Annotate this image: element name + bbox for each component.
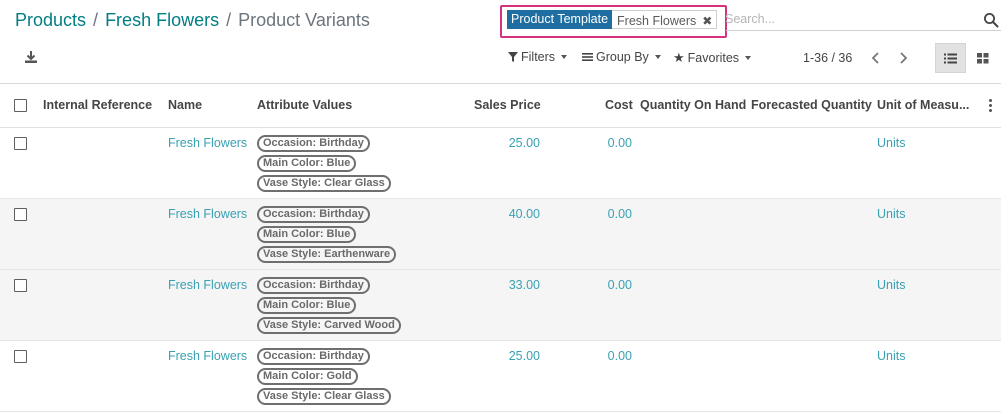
download-icon[interactable] [23,49,39,65]
name-cell[interactable]: Fresh Flowers [168,278,247,292]
breadcrumb-current: Product Variants [238,10,370,30]
attribute-tags: Occasion: Birthday Main Color: Blue Vase… [257,135,391,195]
row-checkbox[interactable] [14,208,27,221]
kanban-view-icon [976,52,988,63]
column-forecasted-quantity[interactable]: Forecasted Quantity [751,98,872,112]
product-variants-list: Internal Reference Name Attribute Values… [0,84,1001,412]
column-sales-price[interactable]: Sales Price [474,98,541,112]
column-name[interactable]: Name [168,98,202,112]
attribute-tag: Occasion: Birthday [257,277,370,294]
cost-cell: 0.00 [607,349,632,363]
group-by-icon [582,53,593,61]
sales-price-cell: 25.00 [508,136,540,150]
filters-dropdown[interactable]: Filters [508,50,568,64]
sales-price-cell: 40.00 [508,207,540,221]
breadcrumb-products[interactable]: Products [15,10,86,30]
cost-cell: 0.00 [607,278,632,292]
favorites-dropdown[interactable]: ★ Favorites [673,50,752,66]
attribute-tags: Occasion: Birthday Main Color: Gold Vase… [257,348,391,408]
list-view-button[interactable] [935,43,966,73]
row-checkbox[interactable] [14,279,27,292]
table-header: Internal Reference Name Attribute Values… [0,84,1001,128]
cost-cell: 0.00 [607,136,632,150]
attribute-tag: Vase Style: Carved Wood [257,317,401,334]
attribute-tag: Vase Style: Clear Glass [257,388,391,405]
breadcrumb-separator: / [226,10,232,30]
uom-cell[interactable]: Units [877,349,905,363]
attribute-tag: Main Color: Blue [257,226,357,243]
list-view-icon [944,53,957,63]
cost-cell: 0.00 [607,207,632,221]
attribute-tags: Occasion: Birthday Main Color: Blue Vase… [257,277,401,337]
search-icon[interactable] [983,12,999,28]
sales-price-cell: 25.00 [508,349,540,363]
table-row[interactable]: Fresh Flowers Occasion: Birthday Main Co… [0,341,1001,412]
name-cell[interactable]: Fresh Flowers [168,136,247,150]
sales-price-cell: 33.00 [508,278,540,292]
caret-down-icon [561,55,568,59]
favorites-label: Favorites [687,51,740,65]
search-input[interactable] [725,9,975,29]
table-row[interactable]: Fresh Flowers Occasion: Birthday Main Co… [0,128,1001,199]
uom-cell[interactable]: Units [877,278,905,292]
column-cost[interactable]: Cost [605,98,633,112]
row-checkbox[interactable] [14,137,27,150]
select-all-checkbox[interactable] [14,99,27,112]
attribute-tag: Occasion: Birthday [257,206,370,223]
facet-label: Product Template [507,10,613,29]
column-unit-of-measure[interactable]: Unit of Measu... [877,98,969,112]
row-checkbox[interactable] [14,350,27,363]
table-row[interactable]: Fresh Flowers Occasion: Birthday Main Co… [0,270,1001,341]
column-quantity-on-hand[interactable]: Quantity On Hand [640,98,746,112]
chevron-right-icon[interactable] [896,50,910,66]
attribute-tag: Vase Style: Earthenware [257,246,397,263]
filters-label: Filters [521,50,556,64]
attribute-tags: Occasion: Birthday Main Color: Blue Vase… [257,206,397,266]
facet-value: Fresh Flowers [617,13,697,28]
attribute-tag: Main Color: Blue [257,297,357,314]
breadcrumb-fresh-flowers[interactable]: Fresh Flowers [105,10,219,30]
search-facet[interactable]: Product Template Fresh Flowers ✖ [507,10,718,29]
star-icon: ★ [673,50,685,65]
attribute-tag: Main Color: Gold [257,368,358,385]
filter-icon [508,52,518,62]
optional-columns-icon[interactable] [985,96,995,114]
attribute-tag: Occasion: Birthday [257,135,370,152]
group-by-label: Group By [596,50,649,64]
column-attribute-values[interactable]: Attribute Values [257,98,352,112]
search-underline [726,30,1001,31]
attribute-tag: Vase Style: Clear Glass [257,175,391,192]
facet-values: Fresh Flowers ✖ [612,10,718,29]
name-cell[interactable]: Fresh Flowers [168,207,247,221]
breadcrumb: Products / Fresh Flowers / Product Variants [15,10,370,31]
group-by-dropdown[interactable]: Group By [582,50,661,64]
uom-cell[interactable]: Units [877,136,905,150]
attribute-tag: Main Color: Blue [257,155,357,172]
kanban-view-button[interactable] [967,43,998,73]
breadcrumb-separator: / [93,10,99,30]
chevron-left-icon[interactable] [869,50,883,66]
attribute-tag: Occasion: Birthday [257,348,370,365]
caret-down-icon [745,56,752,60]
table-row[interactable]: Fresh Flowers Occasion: Birthday Main Co… [0,199,1001,270]
name-cell[interactable]: Fresh Flowers [168,349,247,363]
uom-cell[interactable]: Units [877,207,905,221]
caret-down-icon [654,55,661,59]
column-internal-reference[interactable]: Internal Reference [43,98,152,112]
pager-value[interactable]: 1-36 / 36 [803,51,852,65]
close-icon[interactable]: ✖ [702,14,712,28]
